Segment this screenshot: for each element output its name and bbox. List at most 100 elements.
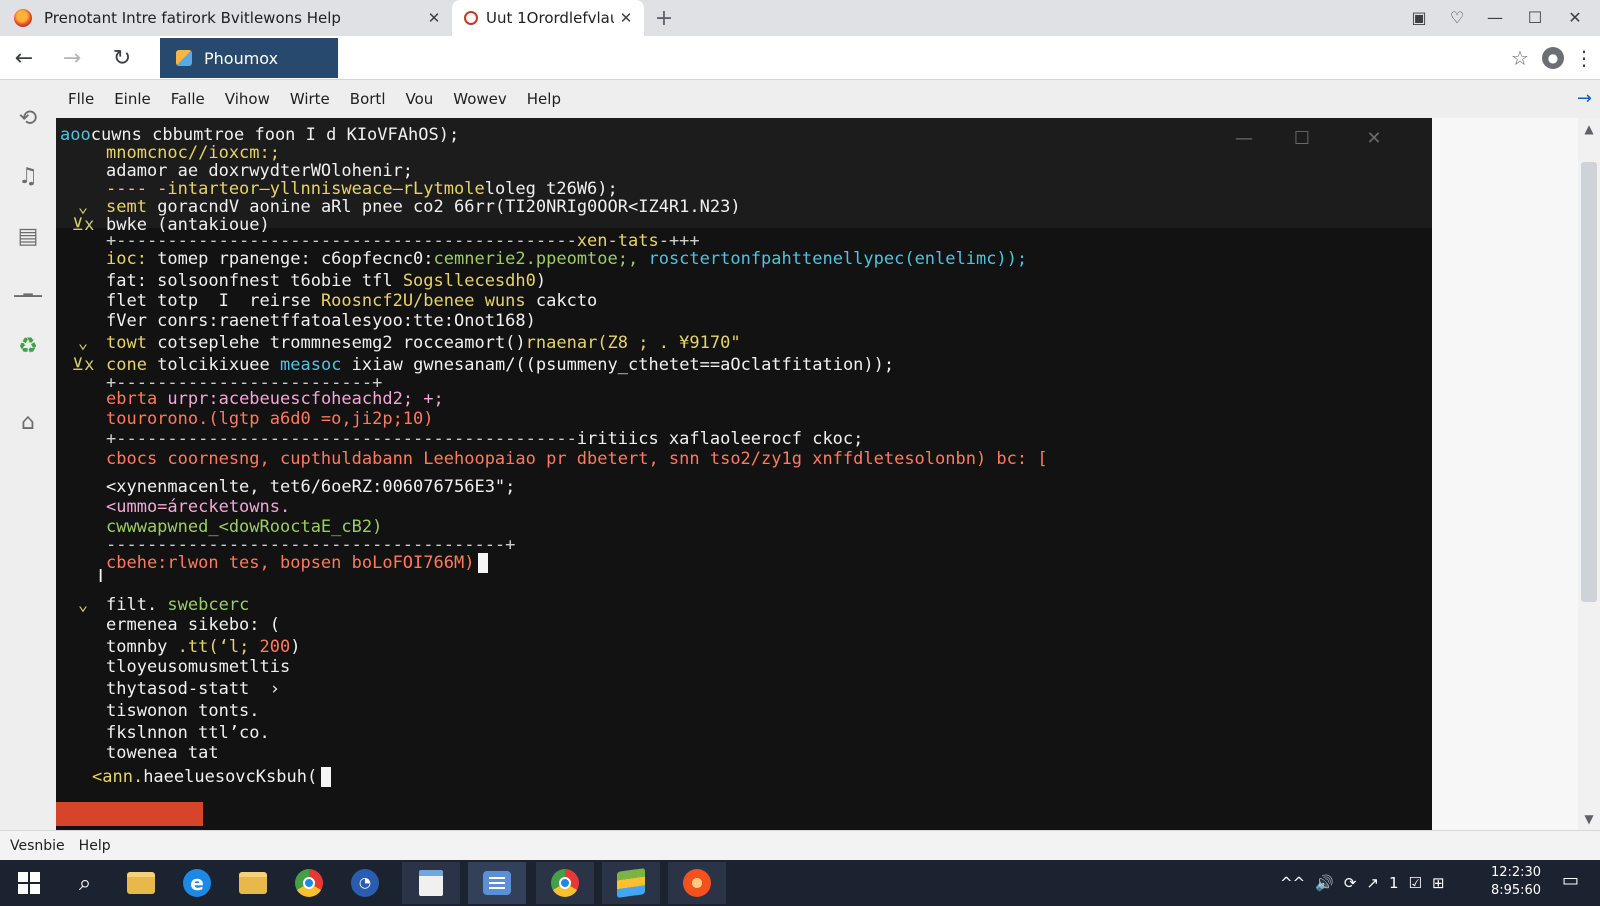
text-cursor-icon: I: [98, 566, 104, 587]
code-token: fkslnnon ttl’co.: [106, 723, 270, 743]
music-note-icon[interactable]: ♫: [8, 156, 48, 196]
documents-icon: [419, 870, 443, 896]
taskbar-stack-app[interactable]: [602, 862, 660, 904]
fold-chevron-icon[interactable]: ⌄: [62, 332, 104, 354]
omnibox-site-chip[interactable]: Phoumox: [160, 38, 338, 78]
terminal-line-text: fat: solsoonfnest t6obie tfl Sogsllecesd…: [106, 270, 546, 292]
browser-menu-icon[interactable]: ⋮: [1574, 42, 1594, 74]
tray-keyboard-icon[interactable]: ⊞: [1432, 874, 1445, 892]
taskbar-documents[interactable]: [402, 862, 460, 904]
code-token: <xynenmacenlte, tet6/6oeRZ:006076756E3";: [106, 477, 516, 497]
menu-item-help[interactable]: Help: [517, 90, 571, 108]
menu-item-file[interactable]: Flle: [58, 90, 104, 108]
tray-sync-icon[interactable]: ⟳: [1344, 874, 1357, 892]
taskbar-people[interactable]: ◔: [336, 862, 394, 904]
tab-close-icon[interactable]: ✕: [614, 9, 638, 27]
omnibox-title: Phoumox: [204, 48, 279, 68]
bookmark-star-icon[interactable]: ☆: [1504, 42, 1536, 74]
fold-chevron-icon[interactable]: ⊻x: [62, 354, 104, 376]
page-icon: [464, 11, 478, 25]
terminal-line-text: fVer conrs:raenetffatoalesyoo:tte:Onot16…: [106, 310, 536, 332]
tray-volume-icon[interactable]: 🔊: [1315, 874, 1334, 892]
firefox-icon: [14, 9, 32, 27]
terminal-close-button[interactable]: ✕: [1356, 124, 1392, 152]
terminal-line-text: towenea tat: [106, 742, 219, 764]
code-token: tiswonon tonts.: [106, 701, 260, 721]
recycle-icon[interactable]: ♻: [8, 326, 48, 366]
status-help-link[interactable]: Help: [79, 838, 111, 854]
tray-check-icon[interactable]: ☑: [1409, 874, 1422, 892]
clock-date: 8:95:60: [1490, 883, 1542, 898]
reading-list-icon[interactable]: ▣: [1400, 0, 1438, 34]
start-button[interactable]: [0, 862, 58, 904]
search-icon: ⌕: [78, 870, 92, 896]
menu-item-file-2[interactable]: Falle: [161, 90, 215, 108]
terminal-minimize-button[interactable]: —: [1226, 124, 1262, 152]
taskbar-messages[interactable]: [468, 862, 526, 904]
terminal-cursor: [478, 553, 489, 573]
reload-icon[interactable]: ↻: [106, 42, 138, 74]
taskbar-chrome[interactable]: [280, 862, 338, 904]
code-token: Leehoopaiao pr dbetert, snn tso2/zy1g xn…: [423, 449, 1048, 469]
menu-item-window[interactable]: Wowev: [443, 90, 517, 108]
document-icon[interactable]: ▤: [8, 216, 48, 256]
taskbar-folder[interactable]: [224, 862, 282, 904]
window-maximize-button[interactable]: ☐: [1516, 0, 1554, 34]
code-token: cbehe:rlwon tes, bopsen boLoFOI766M): [106, 553, 475, 573]
window-minimize-button[interactable]: —: [1476, 0, 1514, 34]
tab-close-icon[interactable]: ✕: [422, 9, 446, 27]
taskbar-gear-app[interactable]: [668, 862, 726, 904]
code-token: fat: solsoonfnest t6obie tfl: [106, 271, 403, 291]
window-close-button[interactable]: ✕: [1556, 0, 1594, 34]
app-sidebar: ⟲ ♫ ▤ ▁▂▁ ♻ ⌂: [0, 80, 56, 830]
fold-chevron-icon[interactable]: ⌄: [62, 594, 104, 616]
new-tab-button[interactable]: +: [652, 6, 676, 31]
code-token: flet totp I reirse: [106, 291, 321, 311]
terminal-line-text: tourorono.(lgtp a6d0 =o,ji2p;10): [106, 408, 434, 430]
tray-overflow-icon[interactable]: ^^: [1280, 874, 1305, 892]
menu-item-write[interactable]: Wirte: [280, 90, 340, 108]
messages-icon: [483, 871, 511, 895]
terminal-panel[interactable]: — ☐ ✕ aoocuwns cbbumtroe foon I d KIoVFA…: [56, 118, 1432, 830]
taskbar-edge[interactable]: e: [168, 862, 226, 904]
browser-toolbar: ← → ↻ Phoumox ☆ ● ⋮: [0, 36, 1600, 80]
code-token: tomnby: [106, 637, 178, 657]
code-token: ebrta: [106, 389, 158, 409]
feedback-icon[interactable]: ♡: [1438, 0, 1476, 34]
code-token: iritiics xaflaoleerocf ckoc;: [576, 429, 864, 449]
home-icon[interactable]: ⌂: [8, 402, 48, 442]
terminal-line-text: tomnby .tt(‘l; 200): [106, 636, 301, 658]
menu-item-board[interactable]: Bortl: [340, 90, 396, 108]
scroll-up-icon[interactable]: ▲: [1578, 118, 1600, 140]
menu-item-you[interactable]: Vou: [395, 90, 443, 108]
taskbar-chrome-2[interactable]: [536, 862, 594, 904]
taskbar-clock[interactable]: 12:2:30 8:95:60: [1476, 864, 1556, 900]
terminal-line-text: filt. swebcerc: [106, 594, 249, 616]
browser-tab-2[interactable]: Uut 1Orordlefvlaup ✕: [452, 0, 644, 36]
scrollbar-thumb[interactable]: [1581, 162, 1597, 602]
activity-icon[interactable]: ▁▂▁: [8, 270, 48, 310]
scroll-down-icon[interactable]: ▼: [1578, 808, 1600, 830]
fold-chevron-icon[interactable]: ⊻x: [62, 214, 104, 236]
browser-tab-1[interactable]: Prenotant Intre fatirork Bvitlewons Help…: [0, 0, 452, 36]
menu-arrow-icon[interactable]: →: [1577, 88, 1592, 109]
taskbar-search-button[interactable]: ⌕: [56, 862, 114, 904]
code-token: ): [535, 271, 547, 291]
code-token: +---------------------------------------…: [106, 429, 577, 449]
back-arrow-icon[interactable]: ←: [8, 42, 40, 74]
tab-title: Uut 1Orordlefvlaup: [486, 9, 614, 27]
notification-icon[interactable]: ▭: [1562, 870, 1579, 891]
forward-arrow-icon[interactable]: →: [56, 42, 88, 74]
terminal-line-text: tloyeusomusmetltis: [106, 656, 290, 678]
menu-item-edit[interactable]: Einle: [104, 90, 161, 108]
scrollbar[interactable]: ▲ ▼: [1578, 118, 1600, 830]
terminal-cursor: [321, 767, 332, 787]
terminal-line-text: +---------------------------------------…: [106, 428, 863, 450]
taskbar-file-explorer[interactable]: [112, 862, 170, 904]
address-bar-input[interactable]: [338, 38, 1508, 78]
profile-avatar[interactable]: ●: [1542, 47, 1564, 69]
tray-network-icon[interactable]: ↗: [1366, 874, 1379, 892]
menu-item-view[interactable]: Vihow: [215, 90, 280, 108]
terminal-maximize-button[interactable]: ☐: [1284, 124, 1320, 152]
history-icon[interactable]: ⟲: [8, 98, 48, 138]
